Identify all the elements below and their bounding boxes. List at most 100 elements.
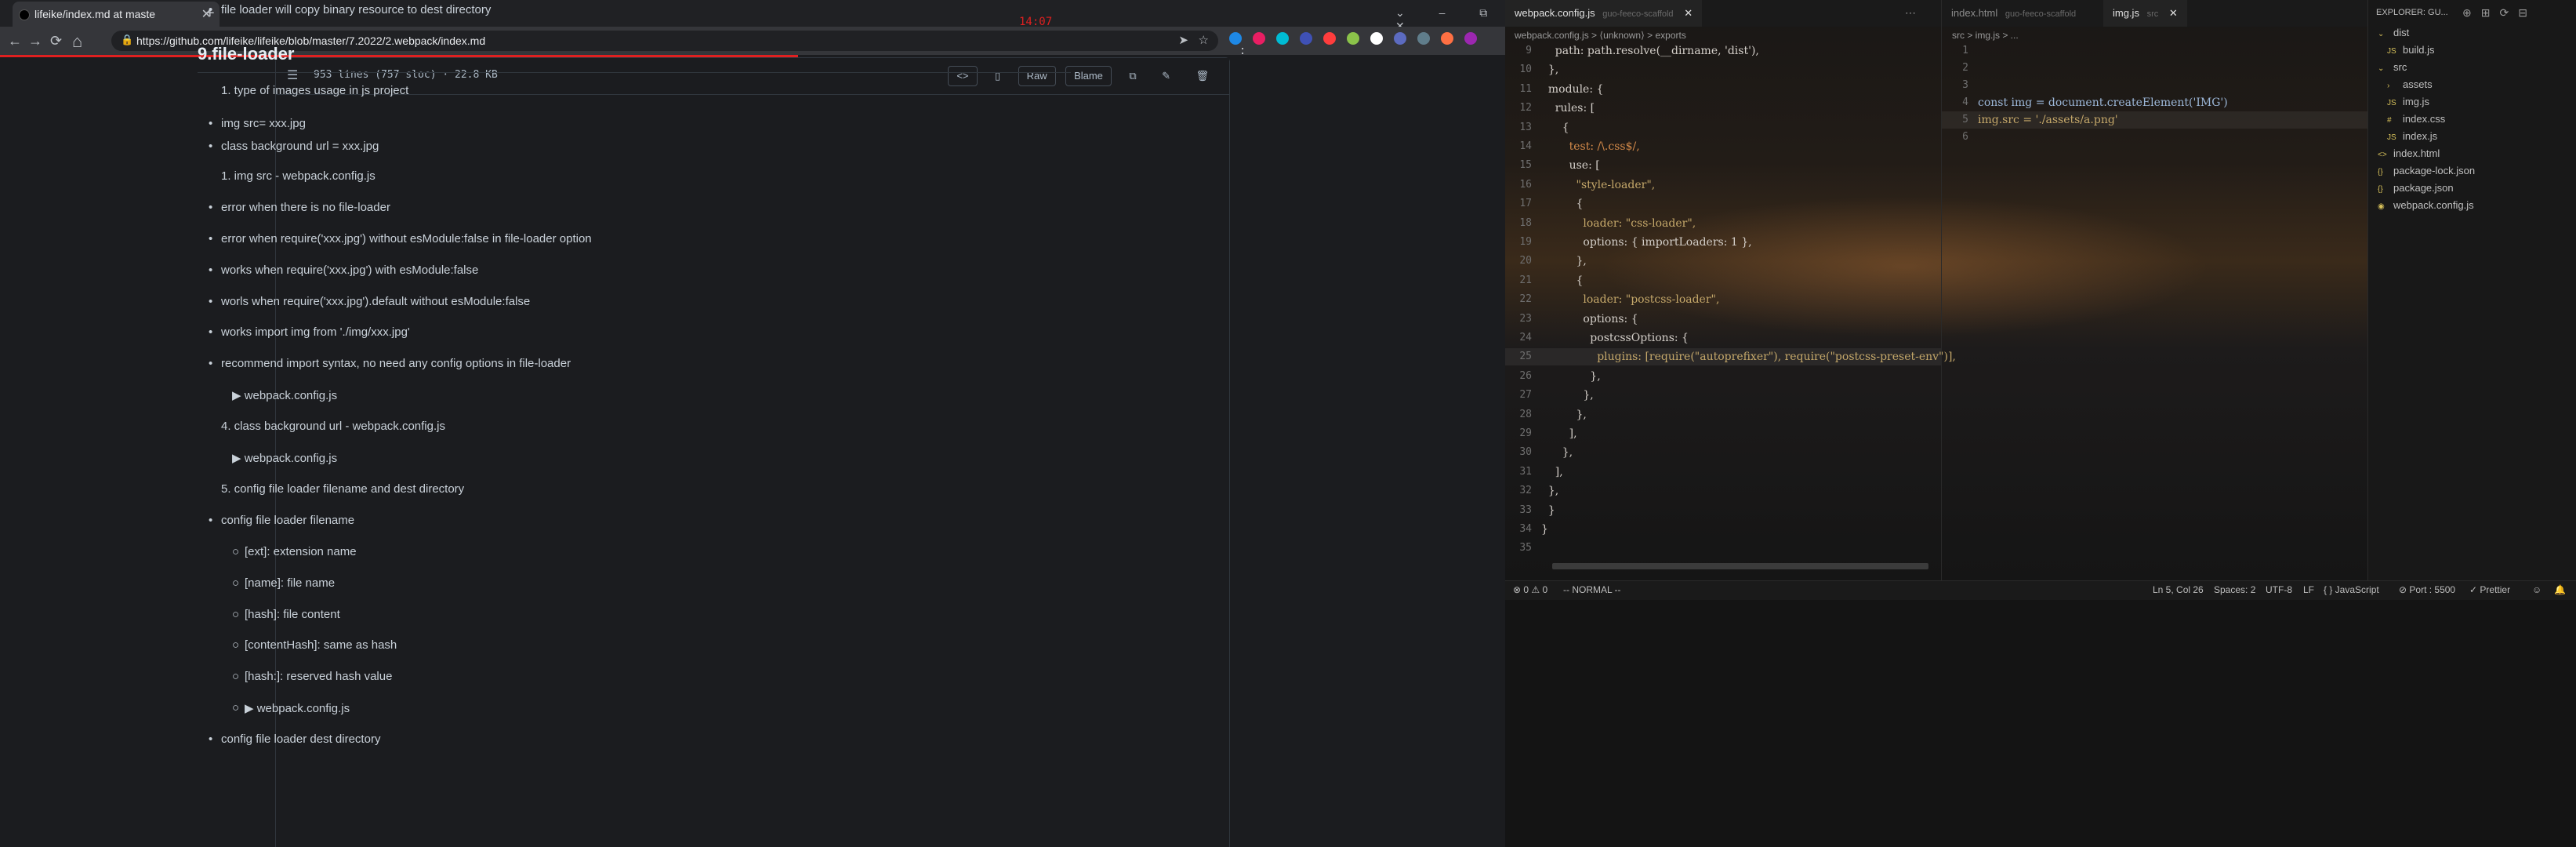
md-details-toggle[interactable]: ▶ webpack.config.js: [232, 388, 337, 402]
code-line[interactable]: 1: [1942, 42, 2367, 60]
explorer-item[interactable]: ⌄ src: [2378, 61, 2407, 73]
code-line[interactable]: 4 const img = document.createElement('IMG…: [1942, 94, 2367, 111]
language-mode[interactable]: { } JavaScript: [2324, 584, 2379, 595]
code-line[interactable]: 26 },: [1505, 368, 1941, 385]
explorer-actions[interactable]: ⊕⊞⟳⊟: [2462, 6, 2537, 20]
code-line[interactable]: 19 options: { importLoaders: 1 },: [1505, 234, 1941, 251]
code-line[interactable]: 6: [1942, 129, 2367, 146]
send-tab-icon[interactable]: ➤: [1178, 33, 1188, 47]
code-line[interactable]: 11 module: {: [1505, 81, 1941, 98]
reload-button[interactable]: ⟳: [50, 33, 62, 49]
md-list-item: • worls when require('xxx.jpg').default …: [209, 294, 531, 308]
right-code-editor[interactable]: 1 2 3 4 const img = document.createElement('…: [1942, 42, 2367, 278]
explorer-item[interactable]: # index.css: [2387, 113, 2445, 125]
explorer-item[interactable]: ◉ webpack.config.js: [2378, 199, 2474, 211]
extension-icon[interactable]: [1370, 31, 1383, 45]
code-line[interactable]: 20 },: [1505, 253, 1941, 270]
code-line[interactable]: 9 path: path.resolve(__dirname, 'dist'),: [1505, 42, 1941, 60]
home-button[interactable]: ⌂: [72, 31, 82, 52]
tab-index-html[interactable]: index.html guo-feeco-scaffold: [1942, 0, 2085, 27]
md-list-item: 4. class background url - webpack.config…: [221, 420, 445, 434]
explorer-item[interactable]: › assets: [2387, 78, 2433, 90]
explorer-item[interactable]: JS build.js: [2387, 44, 2434, 56]
code-line[interactable]: 28 },: [1505, 406, 1941, 424]
raw-button[interactable]: Raw: [1018, 66, 1056, 86]
code-line[interactable]: 32 },: [1505, 482, 1941, 500]
preview-button[interactable]: ▯: [987, 67, 1008, 85]
left-code-editor[interactable]: 9 path: path.resolve(__dirname, 'dist'),…: [1505, 42, 1956, 560]
extension-icon[interactable]: [1253, 31, 1265, 45]
explorer-item[interactable]: JS index.js: [2387, 130, 2437, 142]
blame-button[interactable]: Blame: [1065, 66, 1112, 86]
code-line[interactable]: 2: [1942, 60, 2367, 77]
code-line[interactable]: 3: [1942, 77, 2367, 94]
code-line[interactable]: 18 loader: "css-loader",: [1505, 215, 1941, 232]
right-breadcrumb[interactable]: src > img.js > ...: [1952, 30, 2019, 41]
code-line[interactable]: 23 options: {: [1505, 311, 1941, 328]
cursor-position[interactable]: Ln 5, Col 26: [2153, 584, 2204, 595]
forward-button[interactable]: →: [28, 33, 42, 49]
bookmark-star-icon[interactable]: ☆: [1199, 33, 1209, 47]
more-actions-icon[interactable]: ⋯: [1905, 6, 1916, 20]
code-line[interactable]: 34}: [1505, 521, 1941, 538]
code-line[interactable]: 14 test: /\.css$/,: [1505, 138, 1941, 155]
code-line[interactable]: 16 "style-loader",: [1505, 176, 1941, 194]
code-line[interactable]: 5 img.src = './assets/a.png': [1942, 111, 2367, 129]
extension-icon[interactable]: [1464, 31, 1477, 45]
code-line[interactable]: 10 },: [1505, 61, 1941, 78]
outline-toggle-icon[interactable]: ☰: [287, 67, 298, 83]
line-number: 13: [1519, 121, 1532, 133]
code-line[interactable]: 31 ],: [1505, 463, 1941, 481]
extension-icon[interactable]: [1394, 31, 1406, 45]
live-server-port[interactable]: ⊘ Port : 5500: [2399, 584, 2455, 595]
explorer-item[interactable]: JS img.js: [2387, 96, 2429, 107]
extension-icon[interactable]: [1323, 31, 1336, 45]
code-line[interactable]: 29 ],: [1505, 425, 1941, 442]
close-tab-icon[interactable]: ✕: [2169, 7, 2178, 19]
problems-indicator[interactable]: ⊗ 0 ⚠ 0: [1513, 584, 1547, 595]
close-tab-icon[interactable]: ✕: [1684, 7, 1693, 19]
encoding[interactable]: UTF-8: [2266, 584, 2292, 595]
indentation[interactable]: Spaces: 2: [2214, 584, 2255, 595]
horizontal-scrollbar[interactable]: [1552, 563, 1928, 569]
line-number: 29: [1519, 427, 1532, 439]
end-of-line[interactable]: LF: [2303, 584, 2314, 595]
back-button[interactable]: ←: [8, 33, 22, 49]
delete-trash-icon[interactable]: 🗑: [1188, 67, 1217, 85]
explorer-item[interactable]: <> index.html: [2378, 147, 2440, 159]
code-line[interactable]: 15 use: [: [1505, 157, 1941, 174]
extension-icon[interactable]: [1229, 31, 1242, 45]
code-line[interactable]: 33 }: [1505, 502, 1941, 519]
explorer-item[interactable]: ⌄ dist: [2378, 27, 2409, 38]
extension-icon[interactable]: [1441, 31, 1453, 45]
code-line[interactable]: 13 {: [1505, 119, 1941, 136]
md-list-item[interactable]: ○ ▶ webpack.config.js: [232, 701, 350, 715]
extension-icon[interactable]: [1347, 31, 1359, 45]
md-details-toggle[interactable]: ▶ webpack.config.js: [232, 451, 337, 465]
explorer-item[interactable]: {} package-lock.json: [2378, 165, 2475, 176]
code-line[interactable]: 24 postcssOptions: {: [1505, 329, 1941, 347]
prettier-status[interactable]: ✓ Prettier: [2469, 584, 2510, 595]
browser-tab-active[interactable]: lifeike/index.md at maste ✕: [13, 2, 220, 27]
notifications-bell-icon[interactable]: 🔔: [2554, 584, 2566, 595]
code-line[interactable]: 30 },: [1505, 444, 1941, 461]
copy-icon[interactable]: ⧉: [1121, 67, 1144, 85]
explorer-item[interactable]: {} package.json: [2378, 182, 2454, 194]
code-line[interactable]: 22 loader: "postcss-loader",: [1505, 291, 1941, 308]
code-line[interactable]: 21 {: [1505, 272, 1941, 289]
code-line[interactable]: 25 plugins: [require("autoprefixer"), re…: [1505, 348, 1956, 366]
code-line[interactable]: 12 rules: [: [1505, 100, 1941, 117]
tab-img-js[interactable]: img.js src ✕: [2103, 0, 2187, 27]
code-view-button[interactable]: <>: [948, 66, 978, 86]
edit-pencil-icon[interactable]: ✎: [1154, 67, 1178, 85]
left-breadcrumb[interactable]: webpack.config.js > ⟨unknown⟩ > exports: [1515, 30, 1686, 41]
extension-icon[interactable]: [1276, 31, 1289, 45]
address-bar-url[interactable]: https://github.com/lifeike/lifeike/blob/…: [136, 35, 485, 47]
code-line[interactable]: 27 },: [1505, 387, 1941, 404]
code-line[interactable]: 17 {: [1505, 195, 1941, 213]
feedback-icon[interactable]: ☺: [2532, 584, 2542, 595]
extension-icon[interactable]: [1417, 31, 1430, 45]
tab-webpack-config[interactable]: webpack.config.js guo-feeco-scaffold ✕: [1505, 0, 1703, 27]
code-line[interactable]: 35: [1505, 540, 1941, 557]
extension-icon[interactable]: [1300, 31, 1312, 45]
